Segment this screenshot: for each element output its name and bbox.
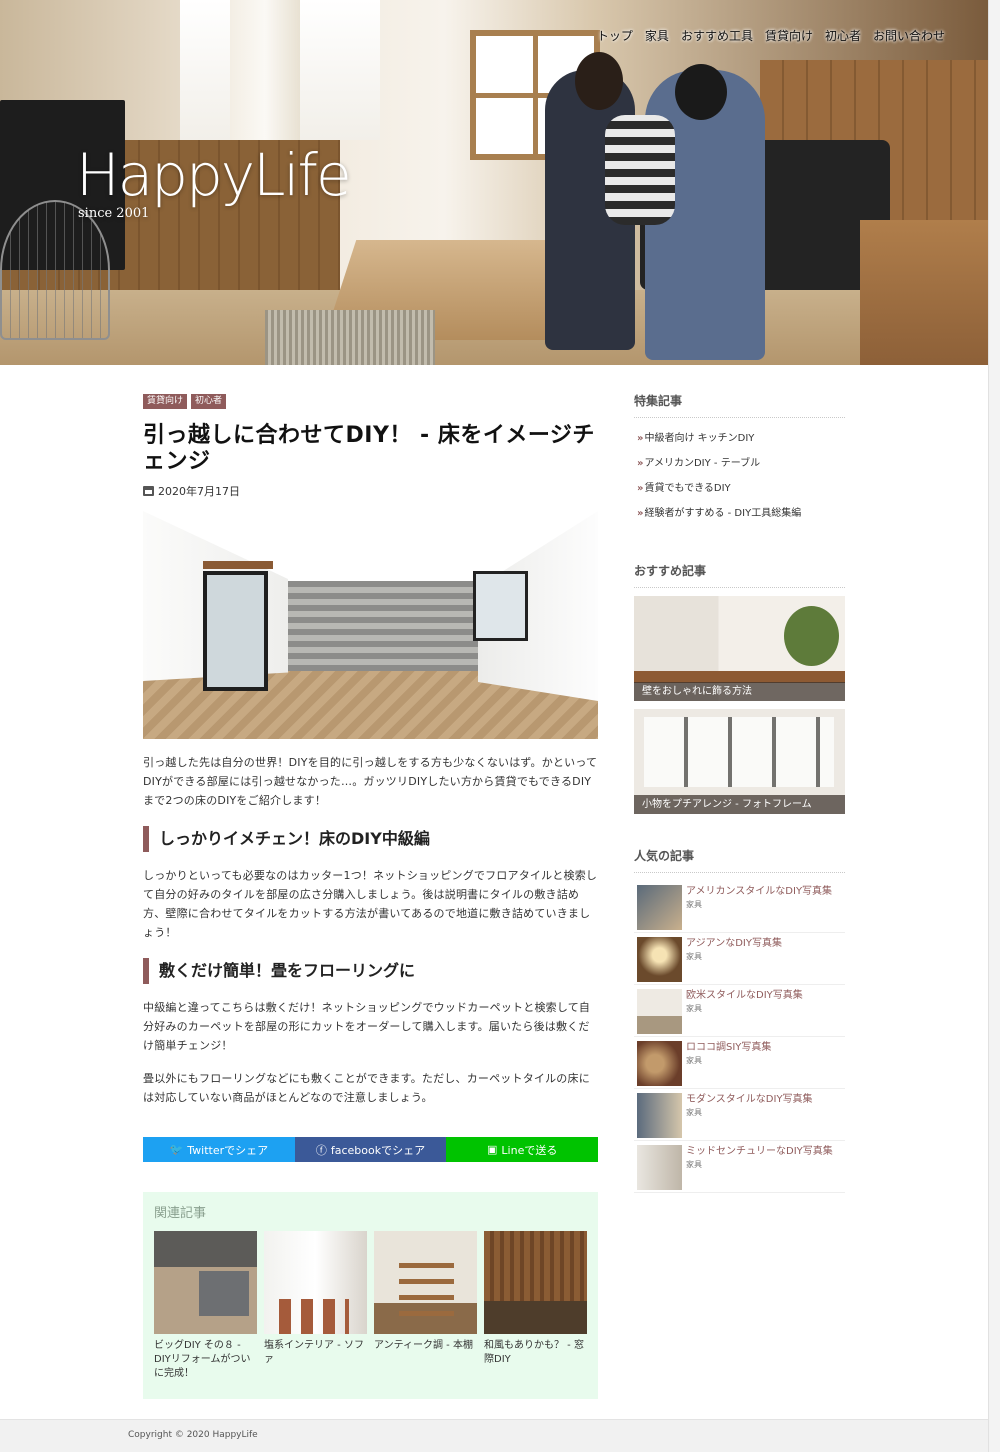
popular-thumb[interactable]: [637, 989, 682, 1034]
recommended-item[interactable]: 壁をおしゃれに飾る方法: [634, 596, 845, 701]
section-heading-1: しっかりイメチェン！床のDIY中級編: [143, 826, 598, 852]
popular-item[interactable]: アメリカンスタイルなDIY写真集家具: [634, 881, 845, 933]
related-item[interactable]: アンティーク調 - 本棚: [374, 1231, 477, 1381]
popular-category: 家具: [686, 952, 702, 961]
article-main-image: [143, 511, 598, 739]
featured-item[interactable]: »賃貸でもできるDIY: [634, 476, 845, 501]
recommended-item[interactable]: 小物をプチアレンジ - フォトフレーム: [634, 709, 845, 814]
popular-title[interactable]: ロココ調SIY写真集: [686, 1041, 771, 1054]
nav-item-beginner[interactable]: 初心者: [819, 28, 867, 44]
double-chevron-right-icon: »: [637, 483, 644, 494]
recommended-heading: おすすめ記事: [634, 562, 845, 588]
popular-category: 家具: [686, 1056, 702, 1065]
featured-item-label: 中級者向け キッチンDIY: [644, 433, 755, 444]
share-buttons: 🐦 Twitterでシェア ⓕ facebookでシェア ▣ Lineで送る: [143, 1137, 599, 1162]
related-caption[interactable]: 塩系インテリア - ソファ: [264, 1339, 367, 1367]
related-item[interactable]: 塩系インテリア - ソファ: [264, 1231, 367, 1381]
double-chevron-right-icon: »: [637, 433, 644, 444]
featured-item-label: アメリカンDIY - テーブル: [644, 458, 761, 469]
hero-image: HappyLife since 2001 トップ 家具 おすすめ工具 賃貸向け …: [0, 0, 988, 365]
featured-item[interactable]: »中級者向け キッチンDIY: [634, 426, 845, 451]
popular-item[interactable]: アジアンなDIY写真集家具: [634, 933, 845, 985]
popular-title[interactable]: アメリカンスタイルなDIY写真集: [686, 885, 832, 898]
popular-category: 家具: [686, 1108, 702, 1117]
site-logo-name: HappyLife: [76, 141, 352, 209]
footer-copyright: Copyright © 2020 HappyLife: [128, 1430, 258, 1440]
featured-item-label: 賃貸でもできるDIY: [644, 483, 731, 494]
footer: Copyright © 2020 HappyLife: [0, 1419, 988, 1452]
related-caption[interactable]: ビッグDIY その８ - DIYリフォームがついに完成！: [154, 1339, 257, 1381]
share-twitter-label: Twitterでシェア: [187, 1143, 269, 1157]
tag-beginner[interactable]: 初心者: [191, 394, 227, 409]
related-articles: 関連記事 ビッグDIY その８ - DIYリフォームがついに完成！ 塩系インテリ…: [143, 1192, 598, 1399]
popular-item[interactable]: 欧米スタイルなDIY写真集家具: [634, 985, 845, 1037]
recommended-list: 壁をおしゃれに飾る方法 小物をプチアレンジ - フォトフレーム: [634, 596, 845, 814]
facebook-icon: ⓕ: [315, 1143, 327, 1157]
popular-title[interactable]: 欧米スタイルなDIY写真集: [686, 989, 803, 1002]
section-body-2b: 畳以外にもフローリングなどにも敷くことができます。ただし、カーペットタイルの床に…: [143, 1072, 590, 1104]
article: 賃貸向け 初心者 引っ越しに合わせてDIY！ - 床をイメージチェンジ 2020…: [143, 394, 599, 1399]
featured-list: »中級者向け キッチンDIY »アメリカンDIY - テーブル »賃貸でもできる…: [634, 426, 845, 526]
popular-list: アメリカンスタイルなDIY写真集 家具 アジアンなDIY写真集 家具 欧米スタイルな…: [634, 881, 845, 1193]
popular-category: 家具: [686, 1004, 702, 1013]
featured-item[interactable]: »アメリカンDIY - テーブル: [634, 451, 845, 476]
article-date-text: 2020年7月17日: [158, 485, 240, 498]
nav-item-furniture[interactable]: 家具: [639, 28, 675, 44]
popular-item[interactable]: ロココ調SIY写真集家具: [634, 1037, 845, 1089]
featured-item-label: 経験者がすすめる - DIY工具総集編: [644, 508, 802, 519]
popular-thumb[interactable]: [637, 885, 682, 930]
recommended-caption: 小物をプチアレンジ - フォトフレーム: [634, 795, 845, 814]
related-item[interactable]: 和風もありかも？ - 窓際DIY: [484, 1231, 587, 1381]
nav-item-contact[interactable]: お問い合わせ: [867, 28, 951, 44]
calendar-icon: [143, 486, 154, 496]
share-line-button[interactable]: ▣ Lineで送る: [446, 1137, 599, 1162]
section-body-1: しっかりといっても必要なのはカッター1つ！ネットショッピングでフロアタイルと検索…: [143, 869, 598, 939]
related-item[interactable]: ビッグDIY その８ - DIYリフォームがついに完成！: [154, 1231, 257, 1381]
share-facebook-button[interactable]: ⓕ facebookでシェア: [294, 1137, 447, 1162]
related-caption[interactable]: 和風もありかも？ - 窓際DIY: [484, 1339, 587, 1367]
related-heading: 関連記事: [154, 1206, 207, 1221]
popular-thumb[interactable]: [637, 1145, 682, 1190]
popular-thumb[interactable]: [637, 1041, 682, 1086]
nav-item-top[interactable]: トップ: [591, 28, 639, 44]
recommended-caption: 壁をおしゃれに飾る方法: [634, 682, 845, 701]
line-icon: ▣: [487, 1143, 498, 1156]
page-scrollbar[interactable]: [988, 0, 1000, 1452]
double-chevron-right-icon: »: [637, 458, 644, 469]
sidebar: 特集記事 »中級者向け キッチンDIY »アメリカンDIY - テーブル »賃貸…: [634, 392, 845, 1193]
article-date: 2020年7月17日: [143, 483, 598, 499]
related-thumb[interactable]: [484, 1231, 587, 1334]
popular-thumb[interactable]: [637, 937, 682, 982]
popular-heading: 人気の記事: [634, 847, 845, 873]
article-tags: 賃貸向け 初心者: [143, 394, 598, 409]
article-intro: 引っ越した先は自分の世界！DIYを目的に引っ越しをする方も少なくないはず。かとい…: [143, 756, 598, 807]
featured-heading: 特集記事: [634, 392, 845, 418]
related-thumb[interactable]: [374, 1231, 477, 1334]
article-title: 引っ越しに合わせてDIY！ - 床をイメージチェンジ: [143, 423, 595, 474]
popular-category: 家具: [686, 900, 702, 909]
popular-title[interactable]: アジアンなDIY写真集: [686, 937, 782, 950]
popular-category: 家具: [686, 1160, 702, 1169]
section-heading-2: 敷くだけ簡単！畳をフローリングに: [143, 958, 598, 984]
related-thumb[interactable]: [154, 1231, 257, 1334]
tag-rental[interactable]: 賃貸向け: [143, 394, 188, 409]
popular-title[interactable]: モダンスタイルなDIY写真集: [686, 1093, 813, 1106]
related-caption[interactable]: アンティーク調 - 本棚: [374, 1339, 477, 1353]
popular-item[interactable]: ミッドセンチュリーなDIY写真集家具: [634, 1141, 845, 1193]
popular-thumb[interactable]: [637, 1093, 682, 1138]
global-nav: トップ 家具 おすすめ工具 賃貸向け 初心者 お問い合わせ: [591, 28, 951, 44]
double-chevron-right-icon: »: [637, 508, 644, 519]
nav-item-tools[interactable]: おすすめ工具: [675, 28, 759, 44]
twitter-icon: 🐦: [169, 1143, 184, 1156]
nav-item-rental[interactable]: 賃貸向け: [759, 28, 819, 44]
section-body-2a: 中級編と違ってこちらは敷くだけ！ネットショッピングでウッドカーペットと検索して自…: [143, 1001, 591, 1052]
share-twitter-button[interactable]: 🐦 Twitterでシェア: [143, 1137, 295, 1162]
related-thumb[interactable]: [264, 1231, 367, 1334]
featured-item[interactable]: »経験者がすすめる - DIY工具総集編: [634, 501, 845, 526]
site-logo[interactable]: HappyLife since 2001: [76, 140, 352, 221]
popular-title[interactable]: ミッドセンチュリーなDIY写真集: [686, 1145, 833, 1158]
popular-item[interactable]: モダンスタイルなDIY写真集家具: [634, 1089, 845, 1141]
share-facebook-label: facebookでシェア: [330, 1143, 426, 1157]
share-line-label: Lineで送る: [501, 1143, 558, 1157]
